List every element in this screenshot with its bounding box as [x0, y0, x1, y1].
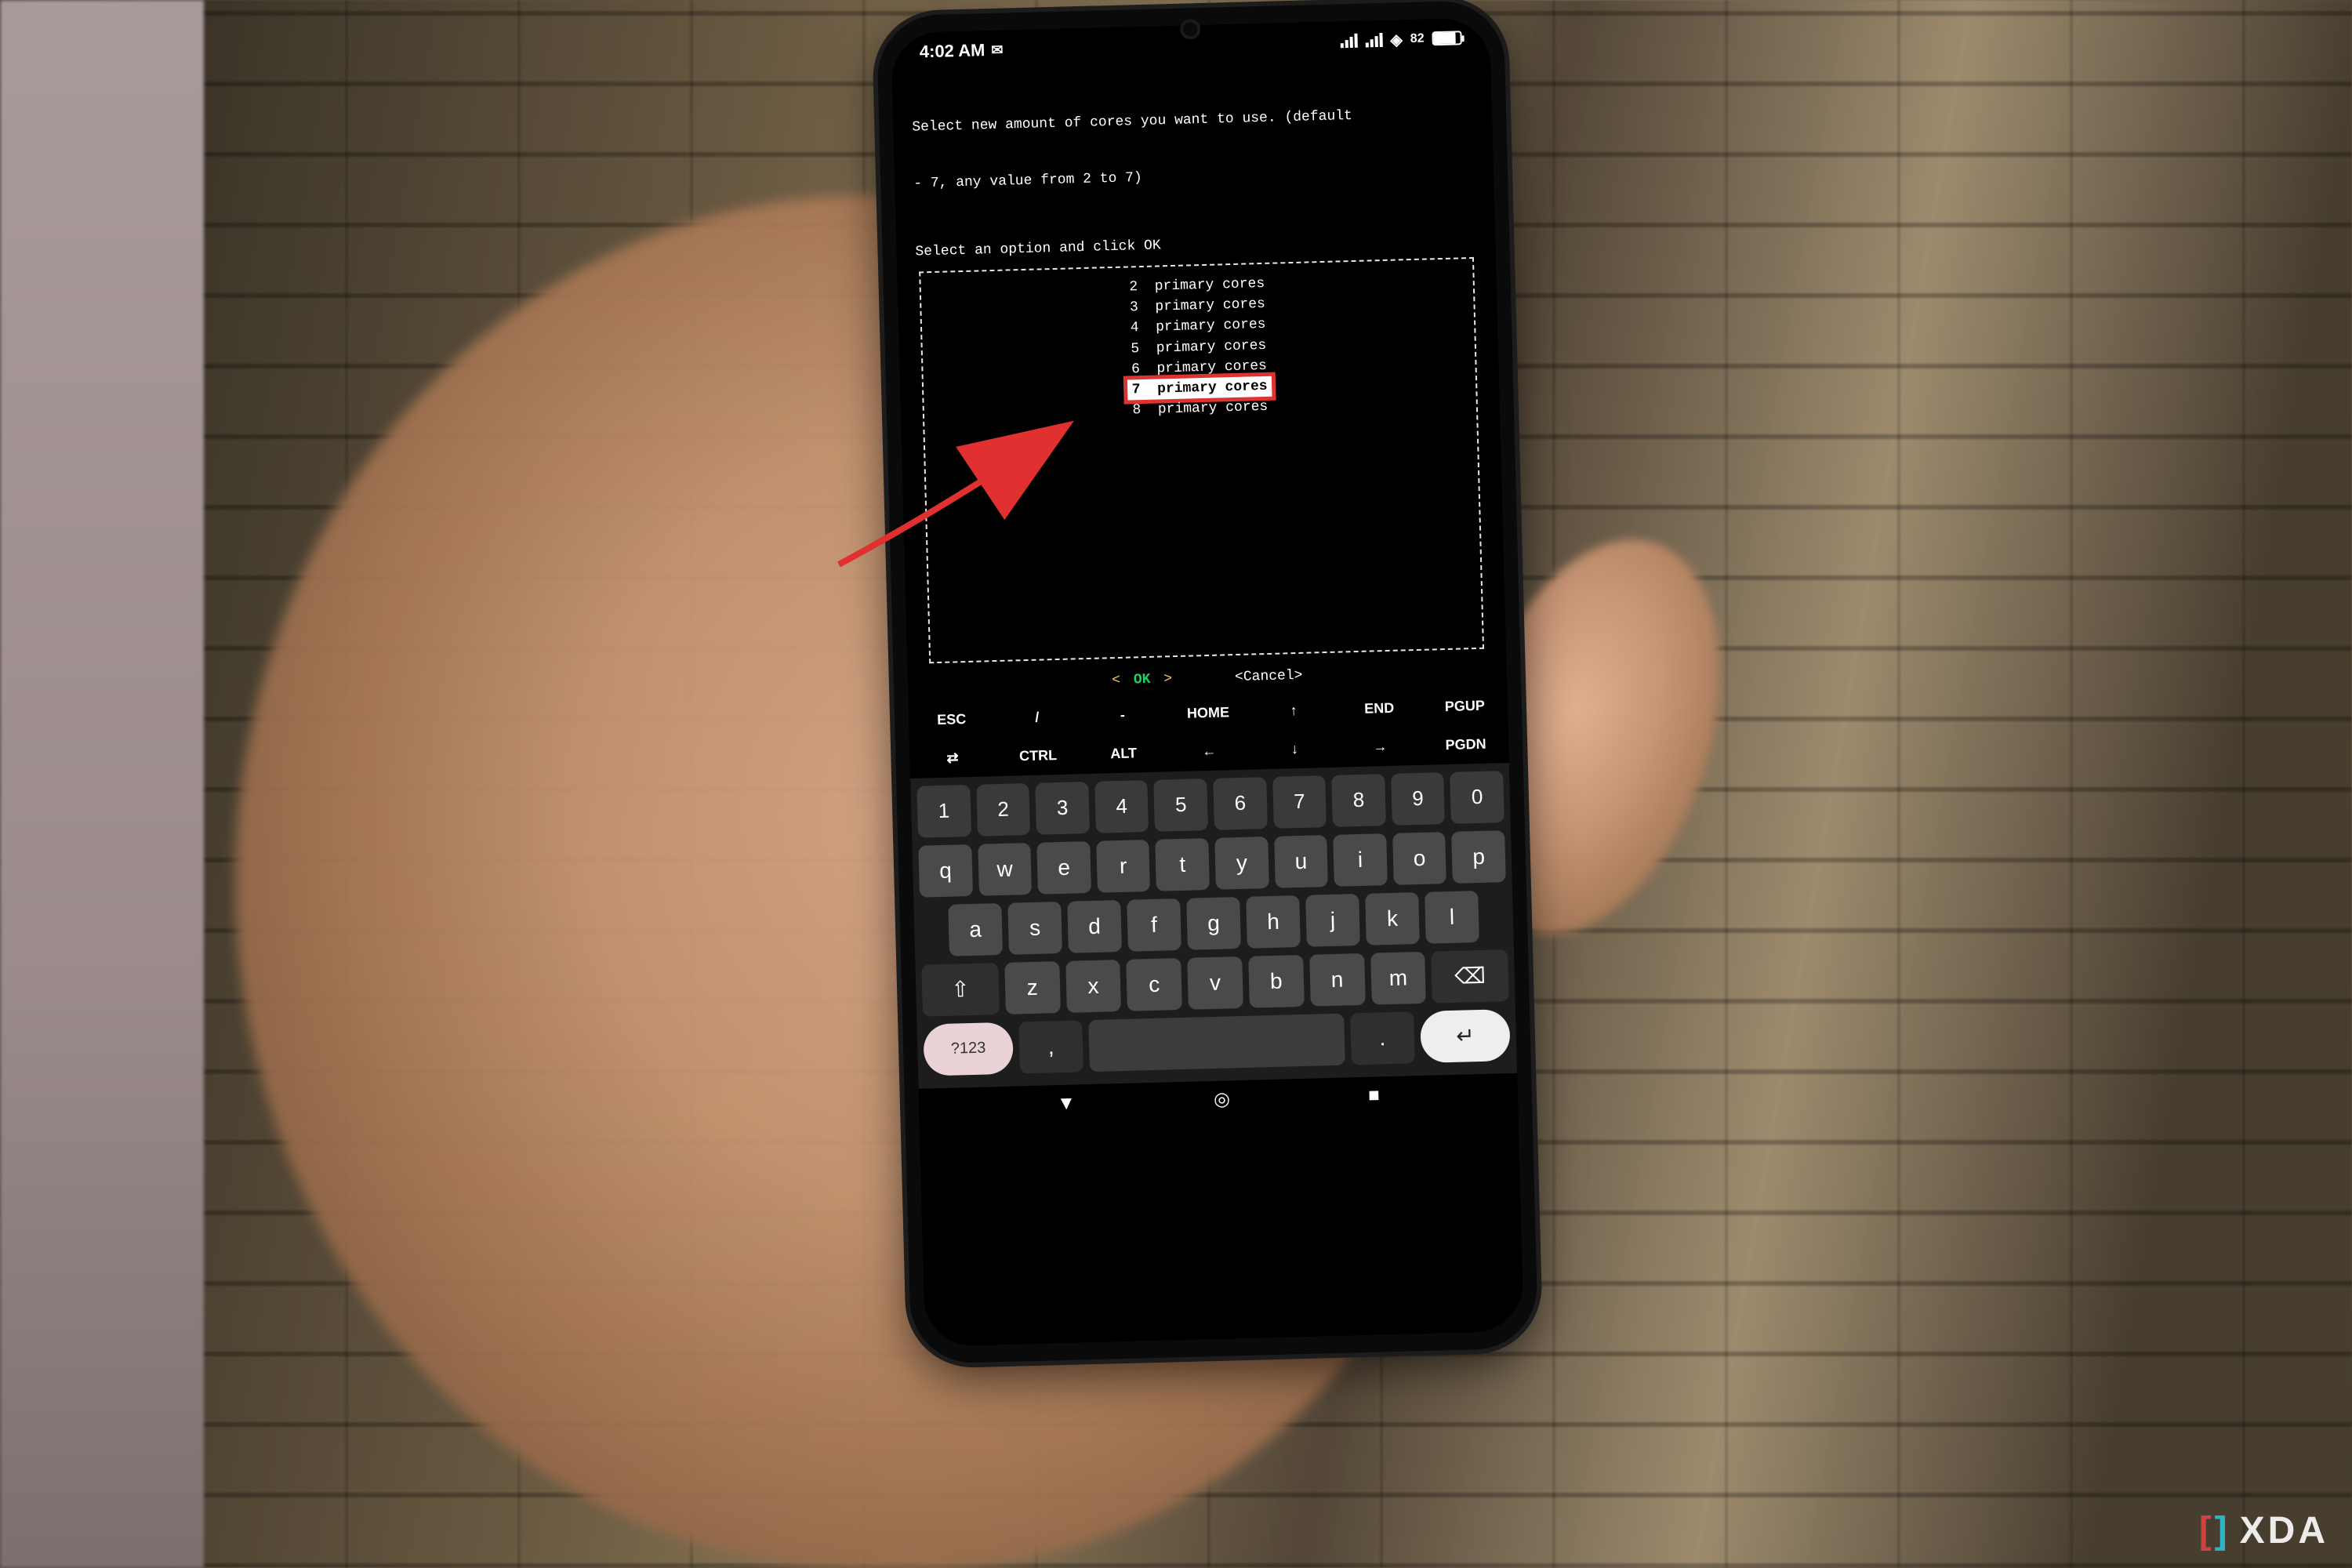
- key-8[interactable]: 8: [1331, 774, 1385, 827]
- key-r[interactable]: r: [1096, 840, 1150, 893]
- key-6[interactable]: 6: [1213, 777, 1267, 830]
- extra-key-pgdn[interactable]: PGDN: [1422, 724, 1508, 765]
- key-c[interactable]: c: [1127, 958, 1183, 1011]
- watermark-text: XDA: [2240, 1509, 2328, 1552]
- keyboard-row-1: qwertyuiop: [918, 830, 1505, 898]
- cancel-button[interactable]: <Cancel>: [1235, 666, 1303, 687]
- bracket-left: [: [2199, 1509, 2215, 1552]
- extra-key-home[interactable]: HOME: [1165, 693, 1251, 734]
- key-e[interactable]: e: [1037, 841, 1091, 895]
- key-2[interactable]: 2: [976, 783, 1030, 837]
- key-0[interactable]: 0: [1450, 771, 1504, 824]
- shift-key[interactable]: ⇧: [921, 963, 999, 1017]
- prompt-line-2: - 7, any value from 2 to 7): [913, 160, 1475, 194]
- key-i[interactable]: i: [1333, 833, 1387, 887]
- extra-key-↑[interactable]: ↑: [1250, 691, 1337, 731]
- prompt-line-1: Select new amount of cores you want to u…: [912, 103, 1473, 136]
- key-y[interactable]: y: [1214, 837, 1269, 890]
- extra-key-pgup[interactable]: PGUP: [1421, 686, 1508, 727]
- key-z[interactable]: z: [1004, 961, 1061, 1014]
- battery-icon: [1432, 31, 1461, 45]
- key-1[interactable]: 1: [916, 785, 971, 838]
- backspace-key[interactable]: ⌫: [1431, 949, 1508, 1004]
- keyboard-row-3: ⇧zxcvbnm⌫: [921, 949, 1508, 1017]
- option-8-cores[interactable]: 8 primary cores: [1127, 397, 1272, 421]
- key-k[interactable]: k: [1365, 892, 1420, 946]
- wifi-icon: ◈: [1390, 30, 1403, 49]
- ok-button[interactable]: < OK >: [1112, 670, 1172, 690]
- key-m[interactable]: m: [1370, 952, 1427, 1005]
- key-v[interactable]: v: [1187, 956, 1243, 1010]
- status-time: 4:02 AM: [919, 40, 985, 62]
- ok-label: OK: [1134, 672, 1151, 688]
- nav-back-icon[interactable]: ▼: [1057, 1093, 1076, 1116]
- enter-key[interactable]: ↵: [1420, 1009, 1511, 1063]
- options-box: 2 primary cores3 primary cores4 primary …: [919, 257, 1484, 663]
- extra-key-←[interactable]: ←: [1166, 731, 1252, 772]
- key-x[interactable]: x: [1065, 960, 1122, 1013]
- comma-key[interactable]: ,: [1018, 1020, 1083, 1073]
- terminal-area[interactable]: Select new amount of cores you want to u…: [892, 56, 1508, 702]
- watermark-brackets: [ ]: [2199, 1509, 2230, 1552]
- key-w[interactable]: w: [978, 843, 1032, 896]
- key-t[interactable]: t: [1156, 838, 1210, 891]
- ok-bracket-left: <: [1112, 673, 1120, 688]
- period-key[interactable]: .: [1350, 1011, 1415, 1065]
- soft-keyboard: 1234567890 qwertyuiop asdfghjkl ⇧zxcvbnm…: [910, 763, 1517, 1089]
- key-h[interactable]: h: [1246, 895, 1301, 949]
- bracket-right: ]: [2215, 1509, 2230, 1552]
- key-a[interactable]: a: [948, 903, 1003, 956]
- key-7[interactable]: 7: [1272, 775, 1327, 829]
- extra-key-→[interactable]: →: [1337, 727, 1423, 768]
- key-f[interactable]: f: [1127, 898, 1181, 952]
- xda-watermark: [ ] XDA: [2199, 1509, 2328, 1552]
- message-icon: ✉: [991, 42, 1004, 58]
- key-p[interactable]: p: [1451, 830, 1505, 884]
- keyboard-row-2: asdfghjkl: [920, 890, 1507, 957]
- symbols-key[interactable]: ?123: [923, 1022, 1014, 1076]
- key-l[interactable]: l: [1425, 891, 1479, 944]
- extra-key-↓[interactable]: ↓: [1251, 729, 1338, 770]
- phone-screen: 4:02 AM ✉ ◈ 82 Select new amount of c: [891, 17, 1524, 1346]
- key-s[interactable]: s: [1007, 902, 1062, 955]
- signal-icon-2: [1365, 33, 1382, 48]
- status-left: 4:02 AM ✉: [919, 40, 1003, 63]
- key-u[interactable]: u: [1274, 835, 1328, 888]
- key-9[interactable]: 9: [1391, 772, 1445, 826]
- battery-percent: 82: [1410, 31, 1425, 45]
- key-3[interactable]: 3: [1036, 782, 1090, 835]
- keyboard-number-row: 1234567890: [916, 771, 1504, 838]
- key-o[interactable]: o: [1392, 832, 1446, 885]
- space-key[interactable]: [1088, 1014, 1345, 1072]
- key-n[interactable]: n: [1309, 953, 1366, 1007]
- signal-icon: [1340, 34, 1357, 49]
- extra-key-/[interactable]: /: [994, 697, 1080, 738]
- instruction-text: Select an option and click OK: [915, 228, 1476, 262]
- phone-body: 4:02 AM ✉ ◈ 82 Select new amount of c: [877, 0, 1539, 1364]
- key-4[interactable]: 4: [1094, 780, 1149, 833]
- extra-key-alt[interactable]: ALT: [1080, 733, 1167, 774]
- extra-key-⇄[interactable]: ⇄: [909, 738, 996, 779]
- extra-key-end[interactable]: END: [1336, 688, 1422, 729]
- extra-key--[interactable]: -: [1080, 695, 1166, 735]
- background-left-wall: [0, 0, 204, 1568]
- extra-key-ctrl[interactable]: CTRL: [995, 735, 1081, 776]
- ok-bracket-right: >: [1163, 671, 1172, 687]
- keyboard-bottom-row: ?123 , . ↵: [923, 1009, 1510, 1076]
- nav-recents-icon[interactable]: ■: [1368, 1084, 1380, 1106]
- extra-key-esc[interactable]: ESC: [909, 699, 995, 740]
- key-j[interactable]: j: [1305, 894, 1360, 947]
- key-5[interactable]: 5: [1154, 779, 1208, 832]
- prompt-text: Select new amount of cores you want to u…: [911, 65, 1476, 232]
- key-q[interactable]: q: [918, 844, 972, 898]
- key-d[interactable]: d: [1067, 900, 1122, 953]
- options-list[interactable]: 2 primary cores3 primary cores4 primary …: [921, 268, 1477, 426]
- key-g[interactable]: g: [1186, 897, 1241, 950]
- status-right: ◈ 82: [1340, 28, 1462, 51]
- key-b[interactable]: b: [1248, 955, 1305, 1008]
- nav-home-icon[interactable]: ◎: [1214, 1088, 1231, 1112]
